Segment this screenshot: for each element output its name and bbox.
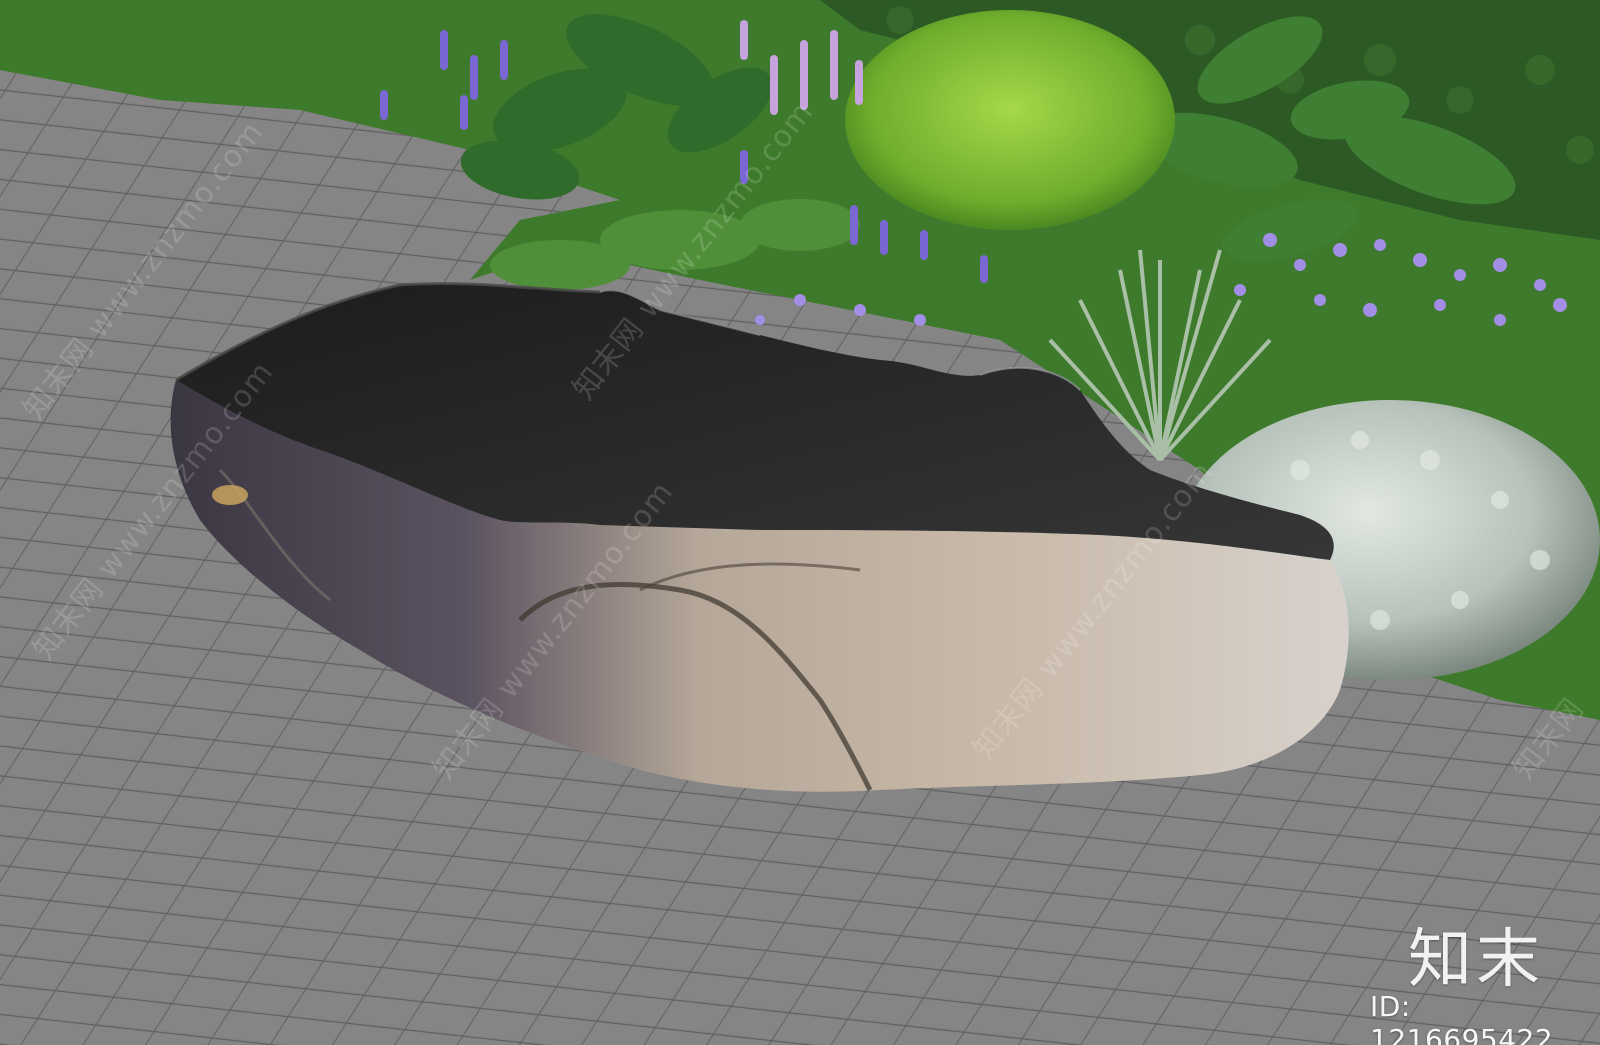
- lime-shrub: [845, 10, 1175, 230]
- brand-logo: 知末: [1408, 923, 1544, 997]
- image-id-label: ID: 1216695422: [1370, 990, 1554, 1045]
- scene: 知末网 www.znzmo.com 知末网 www.znzmo.com 知末网 …: [0, 0, 1600, 1045]
